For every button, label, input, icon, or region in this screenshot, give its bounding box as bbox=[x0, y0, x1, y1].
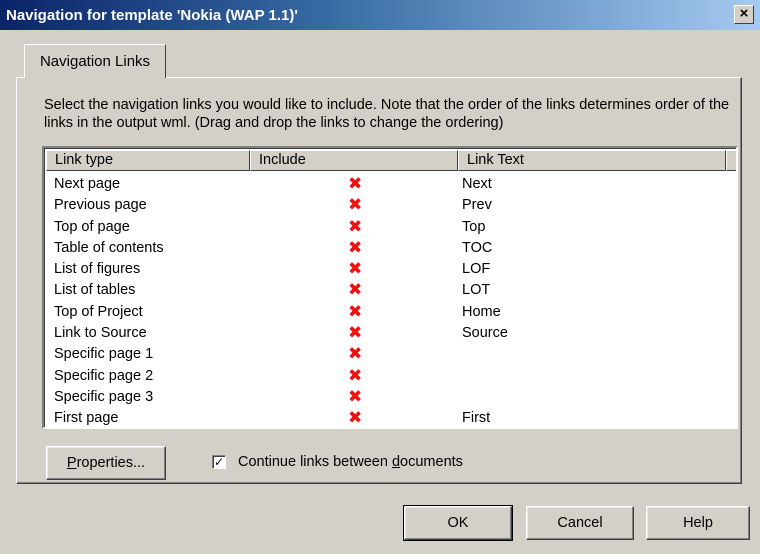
link-type-cell: Previous page bbox=[54, 197, 147, 214]
link-text-cell: Home bbox=[462, 303, 501, 320]
list-item[interactable]: Top of page ✖ Top bbox=[46, 217, 736, 239]
list-item[interactable]: Link to Source ✖ Source bbox=[46, 323, 736, 345]
column-header-filler bbox=[726, 150, 736, 171]
checkmark-icon: ✓ bbox=[213, 455, 225, 469]
list-item[interactable]: Specific page 2 ✖ bbox=[46, 366, 736, 388]
link-type-cell: Specific page 2 bbox=[54, 367, 154, 384]
red-x-icon[interactable]: ✖ bbox=[348, 195, 362, 215]
link-type-cell: Link to Source bbox=[54, 325, 147, 342]
close-button[interactable]: × bbox=[734, 5, 754, 24]
link-type-cell: Specific page 3 bbox=[54, 388, 154, 405]
help-button[interactable]: Help bbox=[646, 506, 750, 540]
cancel-button[interactable]: Cancel bbox=[526, 506, 634, 540]
list-item[interactable]: Previous page ✖ Prev bbox=[46, 195, 736, 217]
list-item[interactable]: Specific page 1 ✖ bbox=[46, 344, 736, 366]
link-type-cell: First page bbox=[54, 410, 119, 427]
tab-label: Navigation Links bbox=[39, 53, 151, 70]
red-x-icon[interactable]: ✖ bbox=[348, 344, 362, 364]
link-text-cell: First bbox=[462, 410, 491, 427]
list-item[interactable]: List of figures ✖ LOF bbox=[46, 259, 736, 281]
properties-button[interactable]: Properties... bbox=[46, 446, 166, 480]
window-title: Navigation for template 'Nokia (WAP 1.1)… bbox=[6, 6, 298, 24]
title-bar: Navigation for template 'Nokia (WAP 1.1)… bbox=[0, 0, 760, 30]
column-header-include[interactable]: Include bbox=[250, 150, 458, 171]
link-type-cell: Top of page bbox=[54, 218, 130, 235]
list-header: Link type Include Link Text bbox=[46, 150, 736, 171]
red-x-icon[interactable]: ✖ bbox=[348, 174, 362, 194]
continue-links-label: Continue links between documents bbox=[238, 454, 463, 470]
link-type-cell: List of figures bbox=[54, 261, 141, 278]
column-header-link-text[interactable]: Link Text bbox=[458, 150, 726, 171]
red-x-icon[interactable]: ✖ bbox=[348, 217, 362, 237]
link-type-cell: List of tables bbox=[54, 282, 136, 299]
properties-label: roperties... bbox=[76, 455, 146, 471]
continue-links-checkbox[interactable]: ✓ bbox=[212, 455, 226, 469]
red-x-icon[interactable]: ✖ bbox=[348, 387, 362, 407]
red-x-icon[interactable]: ✖ bbox=[348, 323, 362, 343]
tab-navigation-links[interactable]: Navigation Links bbox=[24, 44, 166, 78]
list-item[interactable]: Next page ✖ Next bbox=[46, 174, 736, 196]
properties-mnemonic: P bbox=[66, 455, 77, 471]
continue-links-option[interactable]: ✓ Continue links between documents bbox=[212, 454, 463, 470]
list-item[interactable]: Table of contents ✖ TOC bbox=[46, 238, 736, 260]
red-x-icon[interactable]: ✖ bbox=[348, 366, 362, 386]
instructions-text: Select the navigation links you would li… bbox=[44, 97, 730, 131]
link-text-cell: Top bbox=[462, 218, 486, 235]
label-part: ocuments bbox=[400, 454, 463, 470]
red-x-icon[interactable]: ✖ bbox=[348, 408, 362, 427]
list-item[interactable]: List of tables ✖ LOT bbox=[46, 280, 736, 302]
link-type-cell: Specific page 1 bbox=[54, 346, 154, 363]
link-type-cell: Top of Project bbox=[54, 303, 143, 320]
link-text-cell: LOT bbox=[462, 282, 491, 299]
link-type-cell: Next page bbox=[54, 176, 121, 192]
link-type-cell: Table of contents bbox=[54, 239, 164, 256]
red-x-icon[interactable]: ✖ bbox=[348, 302, 362, 322]
red-x-icon[interactable]: ✖ bbox=[348, 280, 362, 300]
label-mnemonic: d bbox=[391, 454, 401, 470]
red-x-icon[interactable]: ✖ bbox=[348, 259, 362, 279]
list-item[interactable]: Specific page 3 ✖ bbox=[46, 387, 736, 409]
link-text-cell: Source bbox=[462, 325, 508, 342]
ok-button[interactable]: OK bbox=[403, 505, 513, 541]
link-text-cell: LOF bbox=[462, 261, 491, 278]
list-item[interactable]: First page ✖ First bbox=[46, 408, 736, 427]
link-text-cell: Prev bbox=[462, 197, 492, 214]
close-icon: × bbox=[739, 5, 749, 22]
list-item[interactable]: Top of Project ✖ Home bbox=[46, 302, 736, 324]
red-x-icon[interactable]: ✖ bbox=[348, 238, 362, 258]
link-text-cell: TOC bbox=[462, 239, 493, 256]
label-part: Continue links between bbox=[238, 454, 392, 470]
link-text-cell: Next bbox=[462, 176, 492, 192]
list-body: Next page ✖ Next Previous page ✖ Prev Top of p… bbox=[46, 174, 736, 427]
column-header-link-type[interactable]: Link type bbox=[46, 150, 250, 171]
navigation-links-list[interactable]: Link type Include Link Text Next page ✖ Ne… bbox=[42, 146, 738, 429]
